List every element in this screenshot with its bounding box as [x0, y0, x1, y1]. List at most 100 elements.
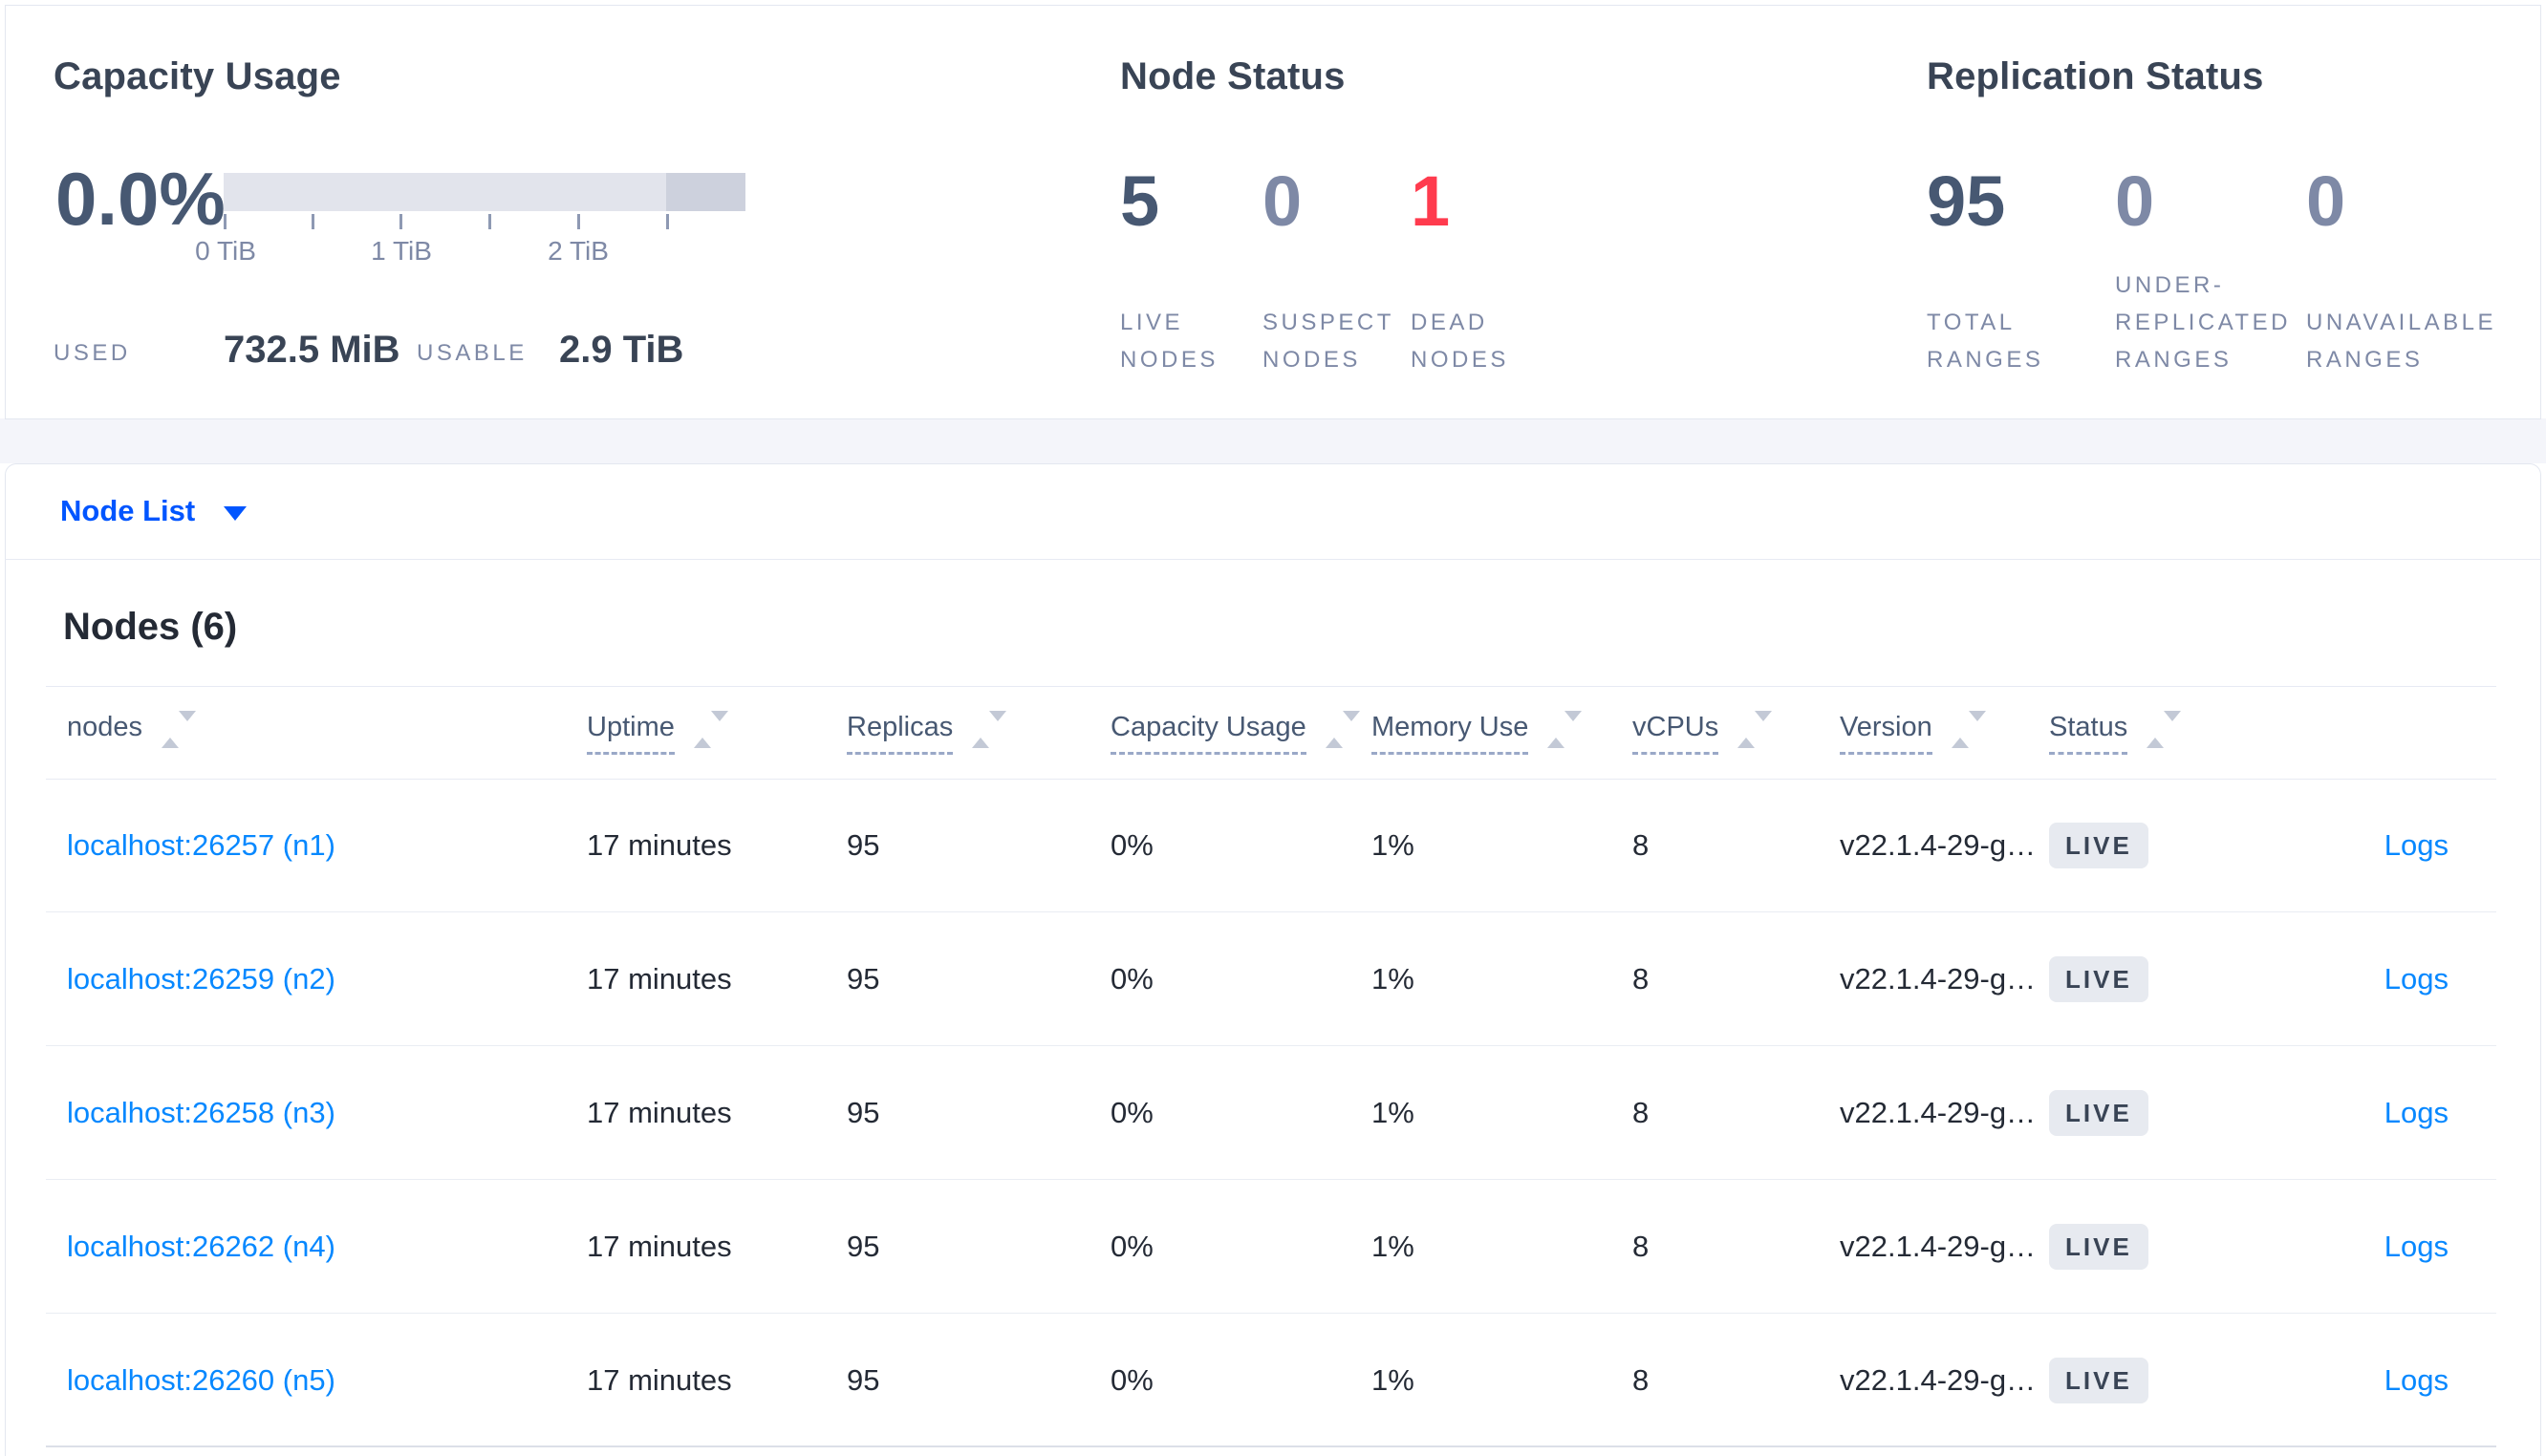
usable-label: USABLE [417, 340, 528, 366]
sort-icon [1737, 711, 1773, 748]
nodes-table-heading: Nodes (6) [63, 606, 238, 648]
vcpus-cell: 8 [1632, 1096, 1650, 1129]
node-list-dropdown[interactable]: Node List [60, 494, 248, 528]
vcpus-cell: 8 [1632, 962, 1650, 996]
column-header-status[interactable]: Status [2049, 687, 2182, 779]
vcpus-cell: 8 [1632, 1230, 1650, 1263]
column-header-memory-use[interactable]: Memory Use [1371, 687, 1583, 779]
status-badge: LIVE [2049, 956, 2148, 1002]
uptime-cell: 17 minutes [587, 1362, 732, 1397]
sort-icon [1547, 711, 1583, 748]
vcpus-cell: 8 [1632, 1362, 1650, 1397]
memory-use-cell: 1% [1371, 1096, 1414, 1129]
version-cell: v22.1.4-29-g… [1840, 828, 2037, 862]
logs-link[interactable]: Logs [2384, 1181, 2449, 1313]
node-link[interactable]: localhost:26258 (n3) [67, 1047, 335, 1179]
status-badge: LIVE [2049, 1090, 2148, 1136]
capacity-usage-title: Capacity Usage [54, 55, 341, 97]
status-badge: LIVE [2049, 1224, 2148, 1270]
node-list-dropdown-label: Node List [60, 494, 196, 527]
sort-icon [972, 711, 1007, 748]
under-replicated-ranges-label: UNDER- REPLICATED RANGES [2115, 272, 2291, 373]
replicas-cell: 95 [847, 962, 880, 996]
logs-link[interactable]: Logs [2384, 913, 2449, 1045]
column-header-version[interactable]: Version [1840, 687, 1986, 779]
uptime-cell: 17 minutes [587, 962, 732, 996]
table-row: localhost:26259 (n2) 17 minutes 95 0% 1%… [46, 913, 2496, 1046]
capacity-bar-chart: 0 TiB 1 TiB 2 TiB [195, 173, 745, 266]
column-header-replicas[interactable]: Replicas [847, 687, 1007, 779]
logs-link[interactable]: Logs [2384, 1047, 2449, 1179]
capacity-percent: 0.0% [55, 157, 226, 241]
replicas-cell: 95 [847, 1096, 880, 1129]
memory-use-cell: 1% [1371, 1230, 1414, 1263]
column-header-nodes[interactable]: nodes [67, 687, 197, 779]
status-badge: LIVE [2049, 1357, 2148, 1403]
under-replicated-ranges-count: 0 [2115, 161, 2155, 241]
column-label: Uptime [587, 712, 675, 755]
node-link[interactable]: localhost:26257 (n1) [67, 780, 335, 911]
sort-icon [2147, 711, 2182, 748]
replicas-cell: 95 [847, 1230, 880, 1263]
live-nodes-label: LIVE NODES [1120, 310, 1219, 373]
capacity-usage-cell: 0% [1111, 828, 1154, 862]
replication-status-title: Replication Status [1927, 55, 2264, 97]
column-header-capacity-usage[interactable]: Capacity Usage [1111, 687, 1360, 779]
sort-icon [1951, 711, 1986, 748]
node-link[interactable]: localhost:26262 (n4) [67, 1181, 335, 1313]
sort-icon [1325, 711, 1360, 748]
capacity-bar-unusable-segment [666, 173, 745, 211]
capacity-used-usable-row: USED 732.5 MiB USABLE 2.9 TiB [54, 329, 742, 376]
column-header-vcpus[interactable]: vCPUs [1632, 687, 1773, 779]
vcpus-cell: 8 [1632, 828, 1650, 862]
node-link[interactable]: localhost:26260 (n5) [67, 1315, 335, 1445]
dead-nodes-count: 1 [1411, 161, 1451, 241]
uptime-cell: 17 minutes [587, 1230, 732, 1263]
node-status-title: Node Status [1120, 55, 1346, 97]
column-label: Memory Use [1371, 712, 1529, 755]
logs-link[interactable]: Logs [2384, 1315, 2449, 1445]
column-label: Status [2049, 712, 2128, 755]
replicas-cell: 95 [847, 828, 880, 862]
memory-use-cell: 1% [1371, 962, 1414, 996]
column-label: vCPUs [1632, 712, 1719, 755]
nodes-table-header: nodes Uptime Replicas Capacity Usage Mem… [46, 686, 2496, 780]
version-cell: v22.1.4-29-g… [1840, 962, 2037, 996]
logs-link[interactable]: Logs [2384, 780, 2449, 911]
memory-use-cell: 1% [1371, 828, 1414, 862]
used-label: USED [54, 340, 131, 366]
capacity-usage-cell: 0% [1111, 1096, 1154, 1129]
table-row: localhost:26258 (n3) 17 minutes 95 0% 1%… [46, 1047, 2496, 1180]
uptime-cell: 17 minutes [587, 828, 732, 862]
dead-nodes-label: DEAD NODES [1411, 310, 1509, 373]
axis-tick-label: 0 TiB [195, 236, 256, 266]
column-label: nodes [67, 711, 143, 742]
usable-value: 2.9 TiB [559, 329, 684, 371]
used-value: 732.5 MiB [224, 329, 400, 371]
capacity-usage-cell: 0% [1111, 1362, 1154, 1397]
cluster-summary-card: Capacity Usage 0.0% 0 TiB 1 TiB 2 TiB US… [5, 5, 2541, 419]
table-row: localhost:26262 (n4) 17 minutes 95 0% 1%… [46, 1181, 2496, 1314]
axis-tick-label: 1 TiB [371, 236, 432, 266]
sort-icon [693, 711, 728, 748]
uptime-cell: 17 minutes [587, 1096, 732, 1129]
table-row: localhost:26257 (n1) 17 minutes 95 0% 1%… [46, 780, 2496, 912]
replicas-cell: 95 [847, 1362, 880, 1397]
view-selector-bar: Node List [5, 463, 2541, 560]
column-header-uptime[interactable]: Uptime [587, 687, 728, 779]
column-label: Capacity Usage [1111, 712, 1306, 755]
node-link[interactable]: localhost:26259 (n2) [67, 913, 335, 1045]
suspect-nodes-count: 0 [1262, 161, 1303, 241]
column-label: Replicas [847, 712, 954, 755]
suspect-nodes-label: SUSPECT NODES [1262, 310, 1394, 373]
version-cell: v22.1.4-29-g… [1840, 1362, 2037, 1397]
unavailable-ranges-label: UNAVAILABLE RANGES [2306, 310, 2497, 373]
total-ranges-count: 95 [1927, 161, 2006, 241]
total-ranges-label: TOTAL RANGES [1927, 310, 2044, 373]
capacity-usage-cell: 0% [1111, 962, 1154, 996]
status-badge: LIVE [2049, 823, 2148, 868]
cluster-overview-page: Capacity Usage 0.0% 0 TiB 1 TiB 2 TiB US… [0, 0, 2546, 1456]
sort-icon [162, 711, 197, 748]
version-cell: v22.1.4-29-g… [1840, 1096, 2037, 1129]
live-nodes-count: 5 [1120, 161, 1160, 241]
